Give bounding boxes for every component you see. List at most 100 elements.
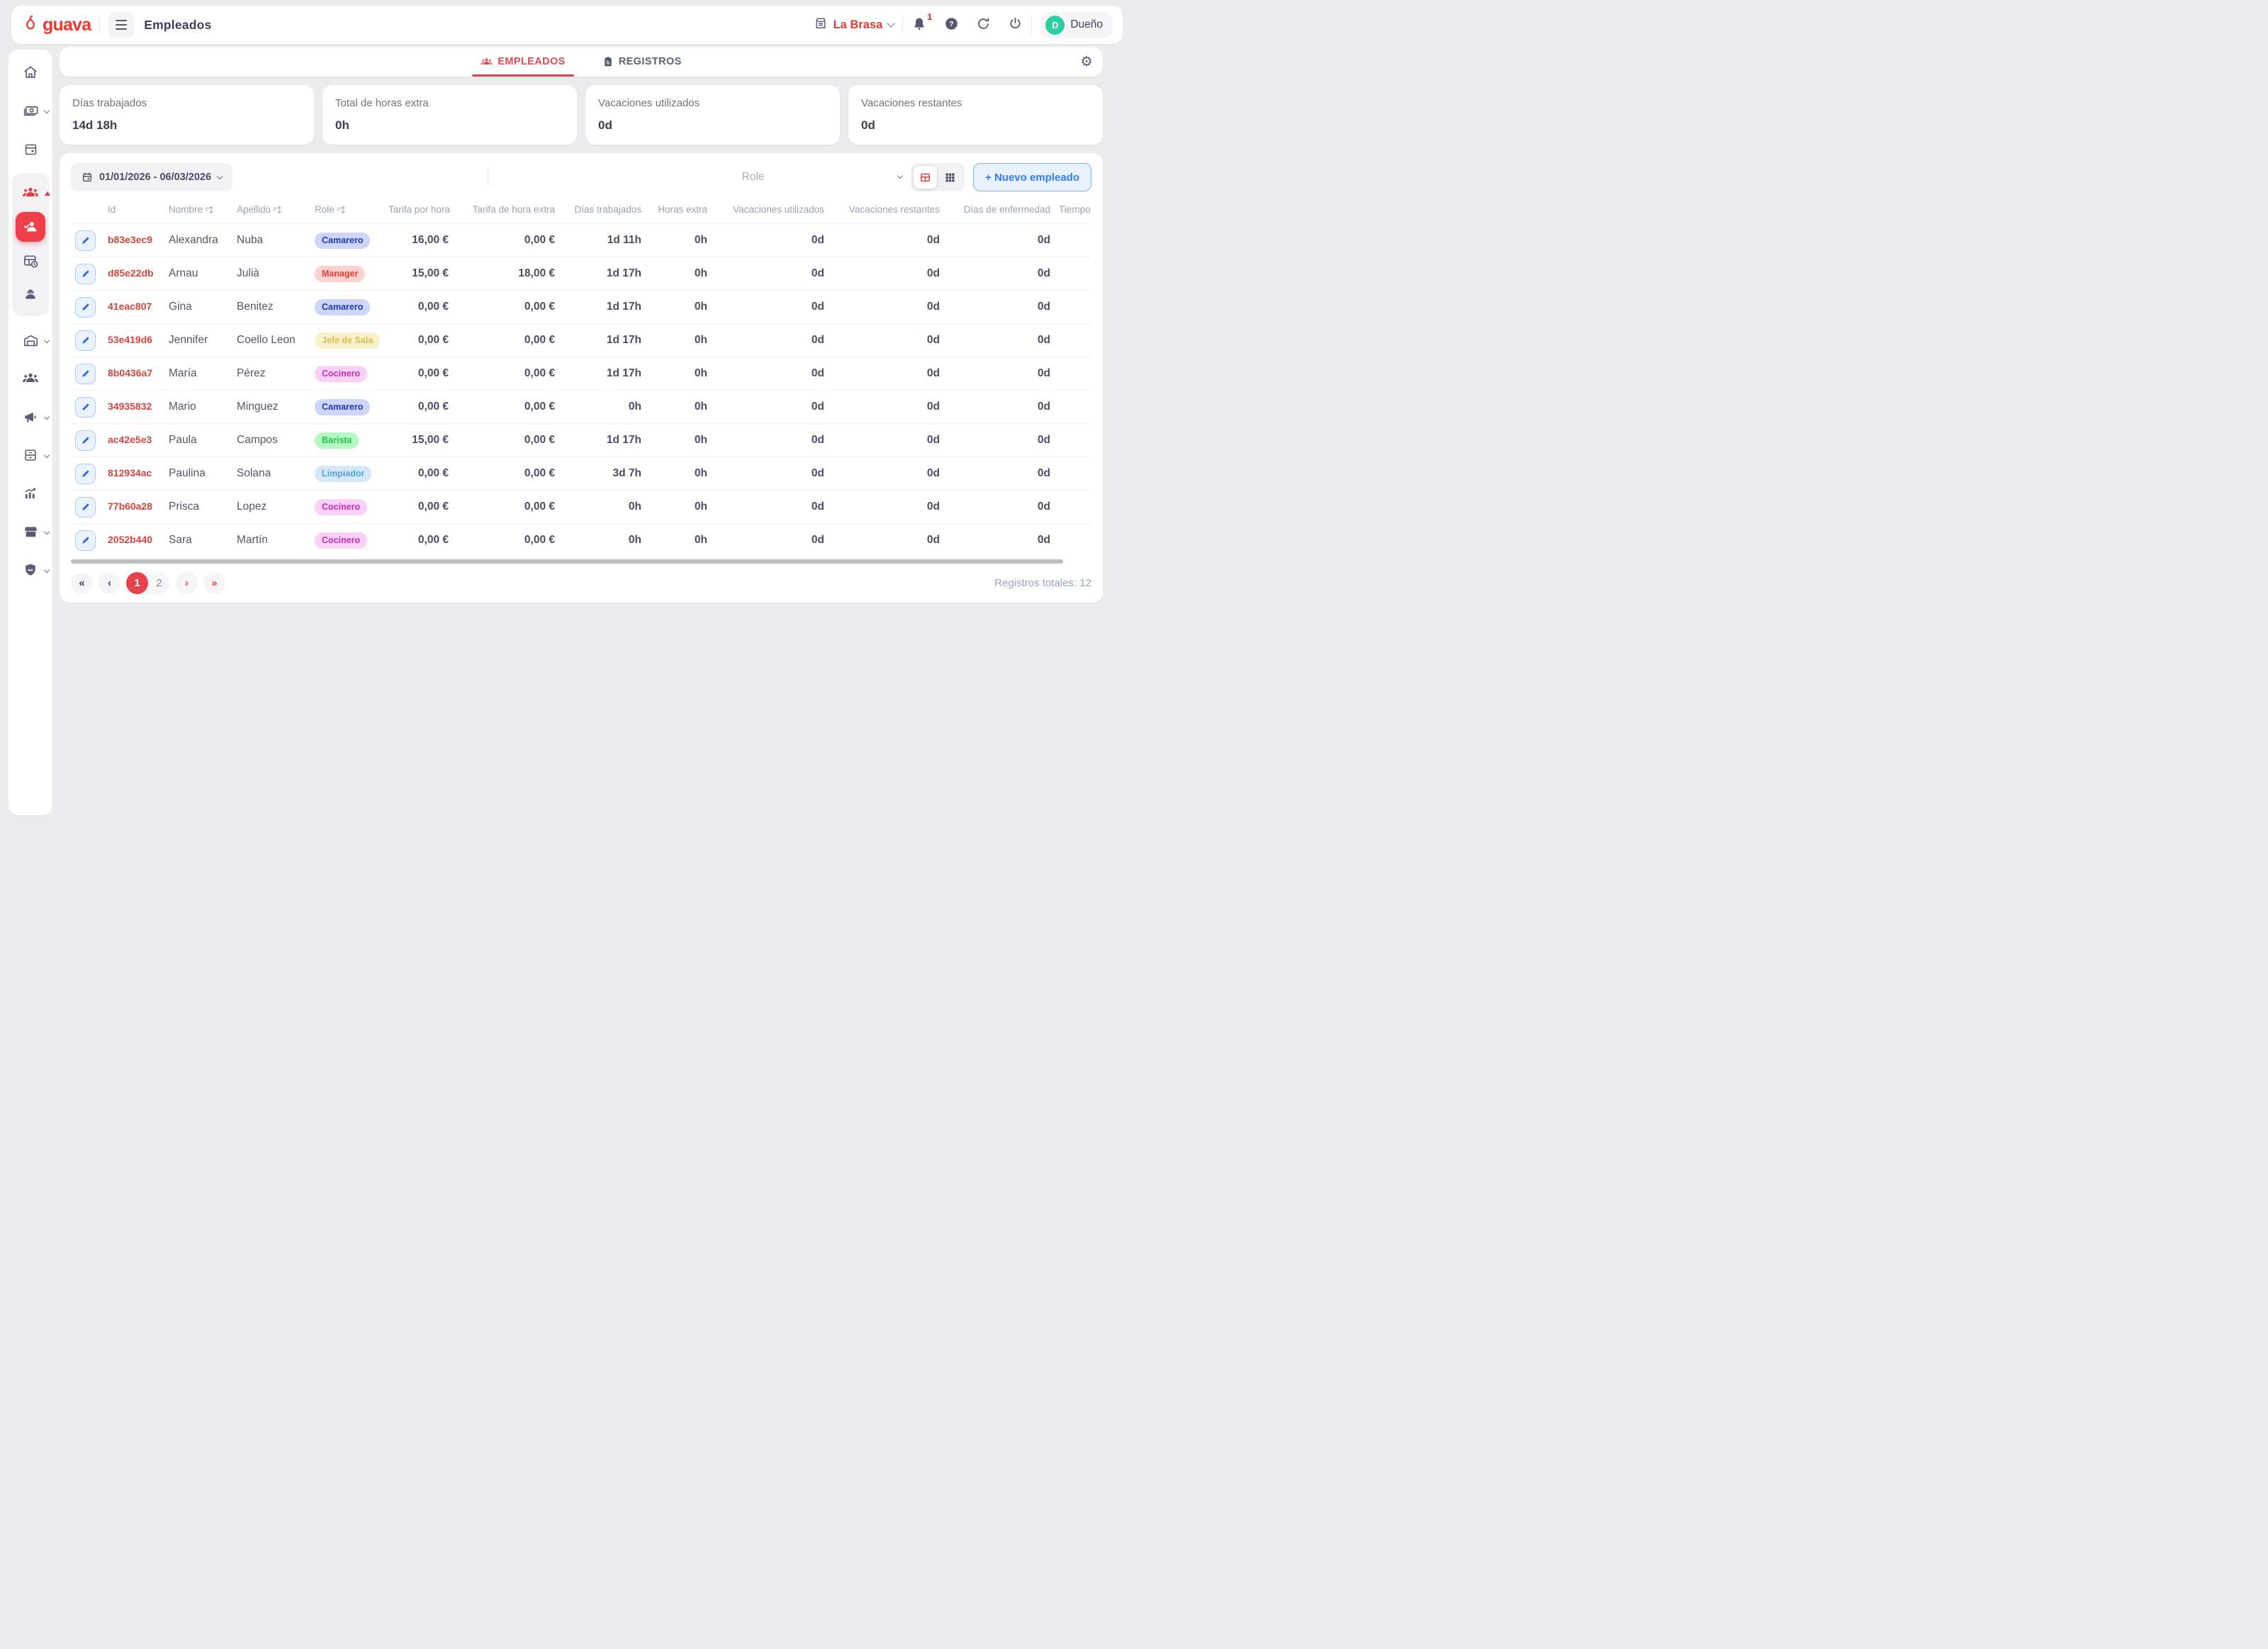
days-worked: 0h xyxy=(559,491,646,524)
vacation-used: 0d xyxy=(712,257,829,291)
employee-first-name: Sara xyxy=(164,524,232,557)
grid-view-button[interactable] xyxy=(938,166,962,189)
edit-row-button[interactable] xyxy=(75,530,96,551)
pagination-page-1[interactable]: 1 xyxy=(126,572,148,594)
col-nombre[interactable]: Nombre xyxy=(164,197,232,224)
employee-id-link[interactable]: 77b60a28 xyxy=(108,501,152,512)
employee-id-link[interactable]: 34935832 xyxy=(108,401,152,412)
employee-last-name: Campos xyxy=(232,424,310,457)
table-view-button[interactable] xyxy=(914,166,937,189)
sidebar-item-analytics[interactable] xyxy=(15,479,46,508)
time-cell xyxy=(1055,457,1091,491)
sidebar-item-employees-active[interactable] xyxy=(15,213,46,241)
pagination-last-button[interactable]: » xyxy=(203,572,225,594)
time-cell xyxy=(1055,224,1091,257)
restaurant-icon xyxy=(814,16,828,34)
refresh-icon xyxy=(976,16,991,33)
sidebar-item-store[interactable] xyxy=(15,518,46,546)
role-badge: Cocinero xyxy=(315,532,367,549)
pagination-page-2[interactable]: 2 xyxy=(148,572,170,594)
vacation-remaining: 0d xyxy=(829,224,944,257)
sidebar-item-schedules[interactable] xyxy=(15,247,46,275)
sidebar-item-calendar[interactable] xyxy=(15,135,46,163)
col-apellido[interactable]: Apellido xyxy=(232,197,310,224)
edit-row-button[interactable] xyxy=(75,497,96,518)
role-badge: Cocinero xyxy=(315,366,367,382)
stat-value: 0h xyxy=(335,118,564,133)
sidebar-item-home[interactable] xyxy=(15,58,46,86)
table-settings-button[interactable]: ⚙ xyxy=(1076,51,1097,72)
new-employee-button[interactable]: + Nuevo empleado xyxy=(973,163,1091,191)
refresh-button[interactable] xyxy=(976,16,991,33)
sidebar-item-staff[interactable] xyxy=(15,281,46,309)
edit-row-button[interactable] xyxy=(75,230,96,251)
app-logo[interactable]: guava xyxy=(21,14,91,36)
horizontal-scrollbar[interactable] xyxy=(71,559,1063,564)
role-select[interactable]: Role xyxy=(488,163,911,191)
employee-last-name: Julià xyxy=(232,257,310,291)
edit-row-button[interactable] xyxy=(75,364,96,384)
date-range-value: 01/01/2026 - 06/03/2026 xyxy=(99,172,211,183)
sidebar-item-team[interactable] xyxy=(15,179,46,207)
hourly-rate: 0,00 € xyxy=(384,491,453,524)
tab-empleados[interactable]: EMPLEADOS xyxy=(478,47,568,77)
pagination-prev-button[interactable]: ‹ xyxy=(99,572,120,594)
table-row: 8b0436a7MaríaPérezCocinero0,00 €0,00 €1d… xyxy=(71,357,1091,391)
sidebar-item-customers[interactable] xyxy=(15,364,46,393)
pencil-icon xyxy=(81,435,91,445)
employee-id-link[interactable]: 41eac807 xyxy=(108,301,152,312)
edit-row-button[interactable] xyxy=(75,430,96,451)
calendar-icon xyxy=(82,172,93,183)
overtime-hours: 0h xyxy=(646,491,712,524)
time-cell xyxy=(1055,357,1091,391)
pagination-first-button[interactable]: « xyxy=(71,572,93,594)
employee-id-link[interactable]: 53e419d6 xyxy=(108,334,152,345)
edit-row-button[interactable] xyxy=(75,464,96,484)
employee-id-link[interactable]: 8b0436a7 xyxy=(108,367,152,379)
restaurant-selector[interactable]: La Brasa xyxy=(814,16,894,34)
stat-label: Días trabajados xyxy=(72,97,301,109)
role-badge: Barista xyxy=(315,432,359,449)
chevron-down-icon xyxy=(44,452,50,458)
sidebar-item-admin[interactable] xyxy=(15,556,46,584)
sidebar-item-marketing[interactable] xyxy=(15,403,46,431)
user-menu[interactable]: D Dueño xyxy=(1040,12,1113,38)
table-row: 53e419d6JenniferCoello LeonJefe de Sala0… xyxy=(71,324,1091,357)
sick-days: 0d xyxy=(944,424,1055,457)
employee-id-link[interactable]: 812934ac xyxy=(108,467,152,479)
employee-id-link[interactable]: 2052b440 xyxy=(108,534,152,545)
edit-row-button[interactable] xyxy=(75,264,96,284)
menu-toggle-button[interactable] xyxy=(108,12,134,38)
guava-pear-icon xyxy=(21,14,40,36)
help-button[interactable]: ? xyxy=(944,16,959,33)
col-role[interactable]: Role xyxy=(310,197,384,224)
sidebar-item-inventory[interactable] xyxy=(15,326,46,354)
overtime-rate: 0,00 € xyxy=(453,491,559,524)
employee-last-name: Benitez xyxy=(232,291,310,324)
edit-row-button[interactable] xyxy=(75,297,96,318)
role-badge: Camarero xyxy=(315,399,370,415)
pagination-next-button[interactable]: › xyxy=(176,572,198,594)
sidebar-item-archive[interactable] xyxy=(15,441,46,469)
divider xyxy=(1031,15,1032,35)
table-row: d85e22dbArnauJuliàManager15,00 €18,00 €1… xyxy=(71,257,1091,291)
vacation-used: 0d xyxy=(712,524,829,557)
col-id[interactable]: Id xyxy=(103,197,164,224)
tab-registros[interactable]: REGISTROS xyxy=(600,47,685,77)
time-cell xyxy=(1055,491,1091,524)
edit-row-button[interactable] xyxy=(75,330,96,351)
edit-row-button[interactable] xyxy=(75,397,96,418)
logout-button[interactable] xyxy=(1008,16,1023,33)
notifications-button[interactable]: 1 xyxy=(911,16,927,34)
sidebar-item-payments[interactable] xyxy=(15,96,46,125)
table-row: 77b60a28PriscaLopezCocinero0,00 €0,00 €0… xyxy=(71,491,1091,524)
stat-label: Total de horas extra xyxy=(335,97,564,109)
vacation-used: 0d xyxy=(712,324,829,357)
pencil-icon xyxy=(81,535,91,545)
employee-id-link[interactable]: ac42e5e3 xyxy=(108,434,152,445)
date-range-picker[interactable]: 01/01/2026 - 06/03/2026 xyxy=(71,163,232,191)
employee-id-link[interactable]: d85e22db xyxy=(108,267,154,279)
hourly-rate: 15,00 € xyxy=(384,257,453,291)
employee-id-link[interactable]: b83e3ec9 xyxy=(108,234,152,245)
employee-last-name: Lopez xyxy=(232,491,310,524)
